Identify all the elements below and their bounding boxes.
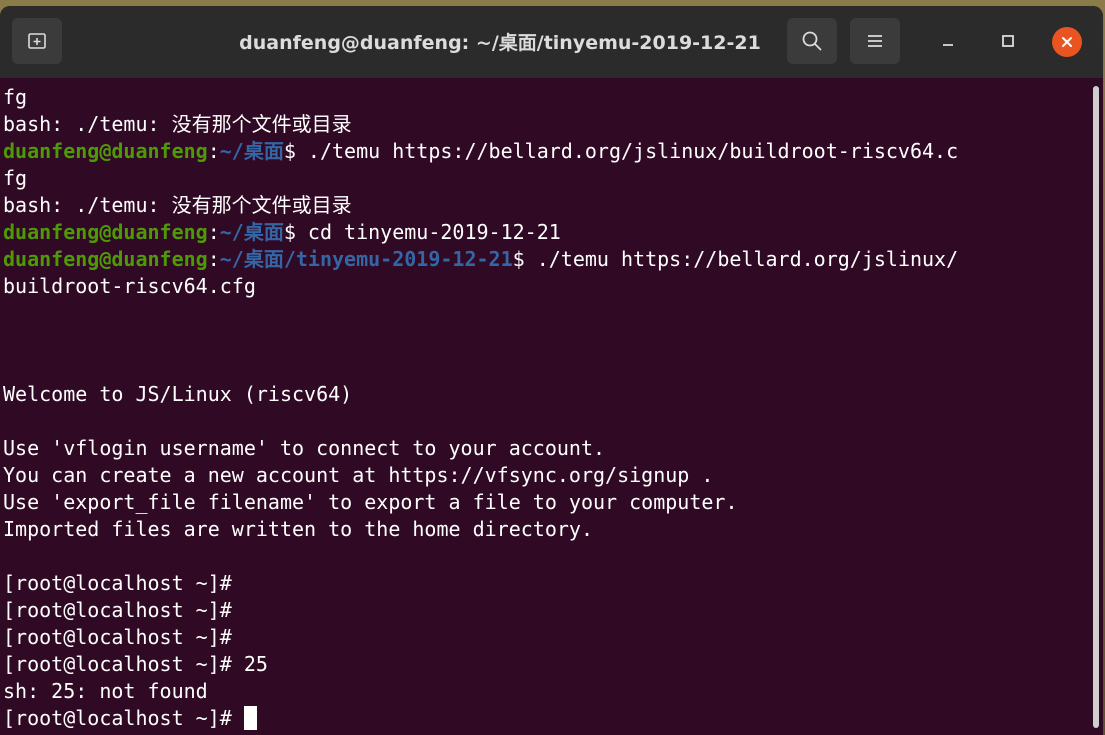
- terminal-line: [root@localhost ~]#: [3, 571, 232, 595]
- terminal-line: buildroot-riscv64.cfg: [3, 274, 256, 298]
- maximize-icon: [1001, 33, 1015, 52]
- scrollbar[interactable]: [1093, 86, 1099, 728]
- prompt-colon: :: [207, 220, 220, 244]
- text-cursor: [243, 706, 257, 730]
- prompt-colon: :: [207, 247, 220, 271]
- search-icon: [801, 30, 823, 52]
- hamburger-menu-icon: [866, 33, 884, 49]
- window-title: duanfeng@duanfeng: ~/桌面/tinyemu-2019-12-…: [239, 32, 761, 54]
- prompt-path: ~/桌面/tinyemu-2019-12-21: [219, 247, 513, 271]
- prompt-root: [root@localhost ~]#: [3, 706, 244, 730]
- new-tab-button[interactable]: [12, 18, 62, 64]
- prompt-path: ~/桌面: [219, 139, 284, 163]
- close-button[interactable]: [1051, 26, 1083, 58]
- terminal-line: Imported files are written to the home d…: [3, 517, 594, 541]
- search-button[interactable]: [787, 18, 837, 64]
- terminal-line: duanfeng@duanfeng:~/桌面/tinyemu-2019-12-2…: [3, 246, 1088, 273]
- terminal-line: fg: [3, 166, 28, 190]
- terminal-line: Welcome to JS/Linux (riscv64): [3, 382, 353, 406]
- new-tab-icon: [27, 31, 47, 51]
- minimize-button[interactable]: [932, 26, 964, 58]
- prompt-colon: :: [207, 139, 220, 163]
- terminal-input-line[interactable]: [root@localhost ~]#: [3, 705, 1088, 732]
- terminal-line: fg: [3, 85, 28, 109]
- terminal-line: Use 'export_file filename' to export a f…: [3, 490, 738, 514]
- terminal-line: duanfeng@duanfeng:~/桌面$ cd tinyemu-2019-…: [3, 219, 1088, 246]
- menu-button[interactable]: [850, 18, 900, 64]
- prompt-command: $ ./temu https://bellard.org/jslinux/bui…: [283, 139, 959, 163]
- prompt-command: $ cd tinyemu-2019-12-21: [283, 220, 561, 244]
- prompt-user: duanfeng@duanfeng: [3, 139, 208, 163]
- terminal-line: sh: 25: not found: [3, 679, 208, 703]
- prompt-user: duanfeng@duanfeng: [3, 220, 208, 244]
- terminal-line: [root@localhost ~]#: [3, 625, 232, 649]
- prompt-command: $ ./temu https://bellard.org/jslinux/: [512, 247, 959, 271]
- title-bar: duanfeng@duanfeng: ~/桌面/tinyemu-2019-12-…: [0, 6, 1103, 78]
- terminal-window: duanfeng@duanfeng: ~/桌面/tinyemu-2019-12-…: [0, 6, 1103, 735]
- terminal-line: bash: ./temu: 没有那个文件或目录: [3, 112, 352, 136]
- prompt-user: duanfeng@duanfeng: [3, 247, 208, 271]
- maximize-button[interactable]: [992, 26, 1024, 58]
- terminal-output[interactable]: fg bash: ./temu: 没有那个文件或目录 duanfeng@duan…: [0, 78, 1088, 735]
- terminal-line: bash: ./temu: 没有那个文件或目录: [3, 193, 352, 217]
- minimize-icon: [941, 33, 955, 52]
- terminal-line: duanfeng@duanfeng:~/桌面$ ./temu https://b…: [3, 138, 1088, 165]
- terminal-line: [root@localhost ~]#: [3, 598, 232, 622]
- close-icon: [1052, 27, 1082, 57]
- terminal-line: [root@localhost ~]# 25: [3, 652, 268, 676]
- terminal-line: You can create a new account at https://…: [3, 463, 714, 487]
- terminal-line: Use 'vflogin username' to connect to you…: [3, 436, 606, 460]
- prompt-path: ~/桌面: [219, 220, 284, 244]
